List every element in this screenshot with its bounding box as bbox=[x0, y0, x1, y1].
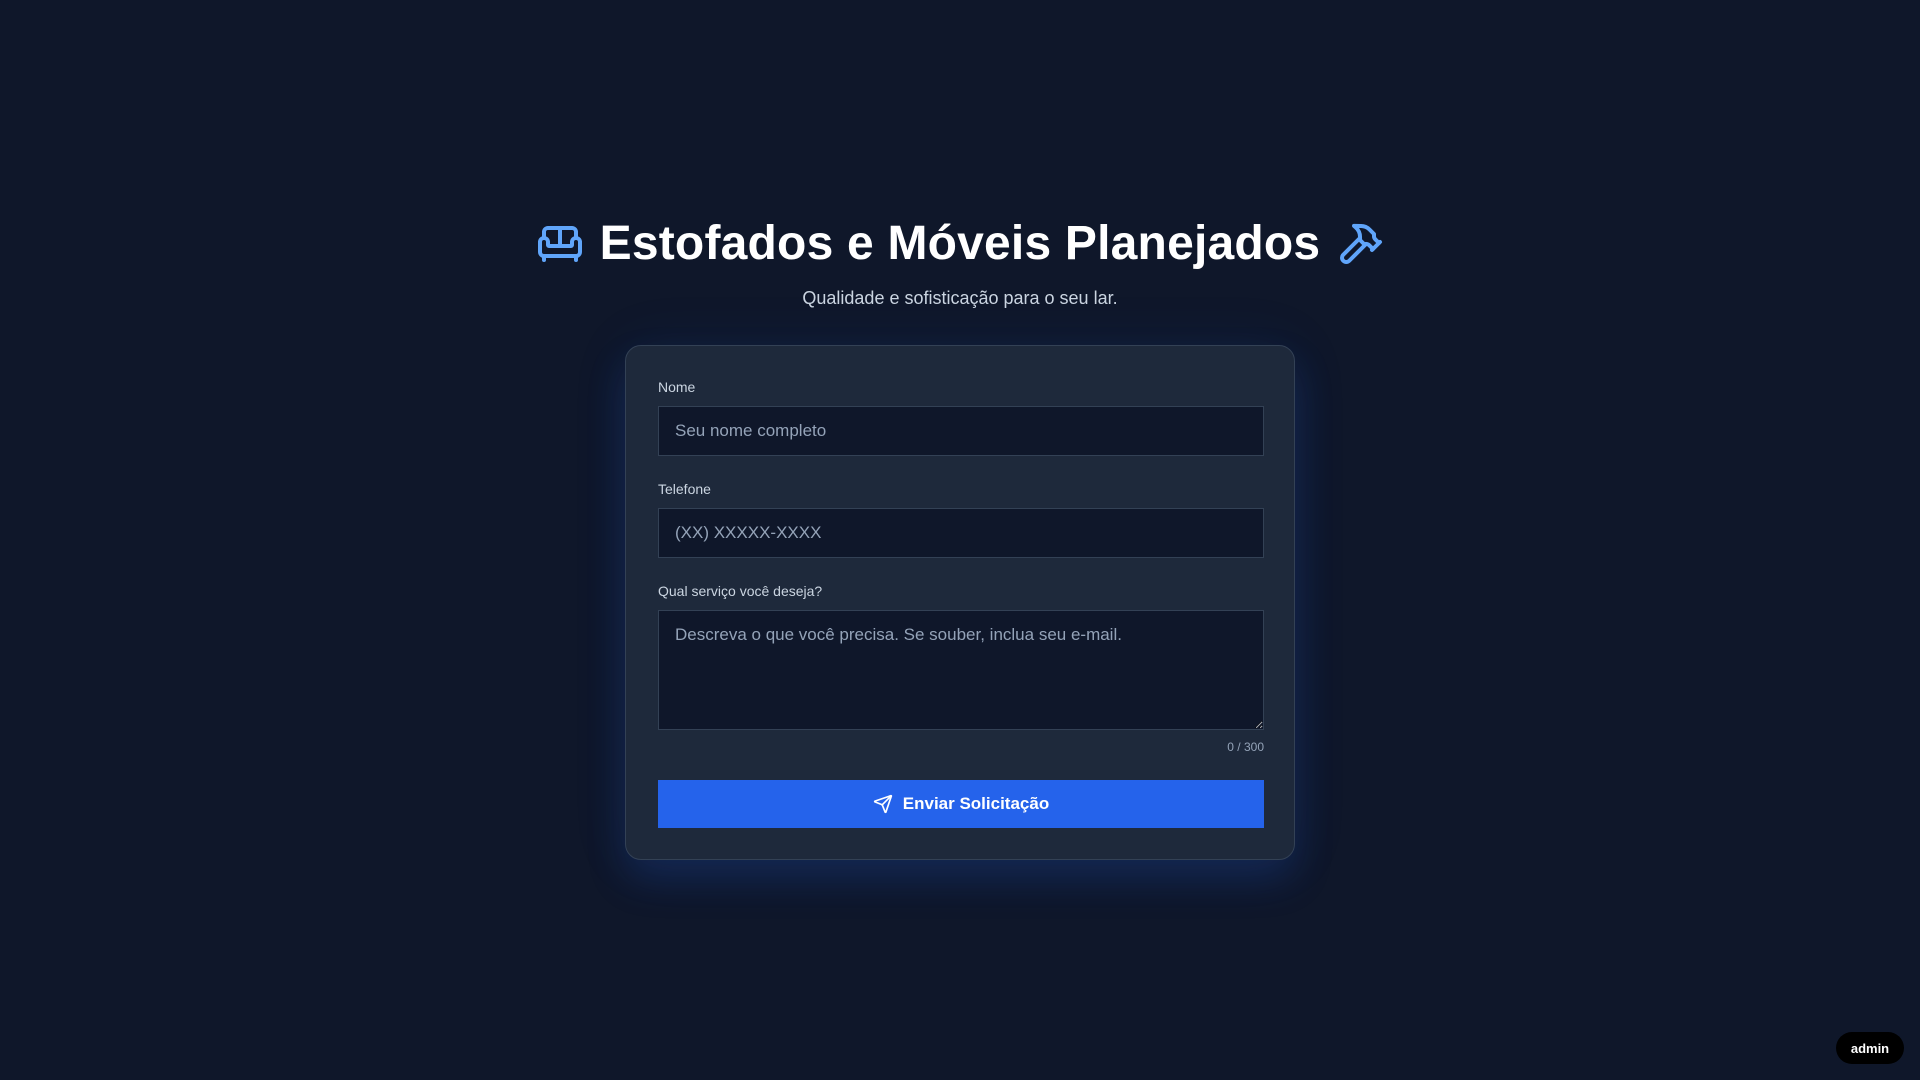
page-subtitle: Qualidade e sofisticação para o seu lar. bbox=[802, 288, 1118, 308]
phone-field-group: Telefone bbox=[658, 480, 1264, 558]
phone-label: Telefone bbox=[658, 481, 711, 497]
submit-button-label: Enviar Solicitação bbox=[902, 794, 1050, 813]
admin-button[interactable]: admin bbox=[1836, 1032, 1904, 1064]
page-title: Estofados e Móveis Planejados bbox=[599, 217, 1321, 270]
page: Estofados e Móveis Planejados Qualidade … bbox=[0, 0, 1920, 1080]
service-label: Qual serviço você deseja? bbox=[658, 583, 823, 599]
name-input[interactable] bbox=[658, 406, 1264, 456]
phone-input[interactable] bbox=[658, 508, 1264, 558]
send-icon bbox=[873, 794, 893, 814]
submit-button[interactable]: Enviar Solicitação bbox=[658, 780, 1264, 828]
request-form-card: Nome Telefone Qual serviço você deseja? … bbox=[625, 345, 1295, 860]
service-textarea[interactable] bbox=[658, 610, 1264, 730]
service-field-group: Qual serviço você deseja? 0 / 300 bbox=[658, 582, 1264, 754]
name-field-group: Nome bbox=[658, 378, 1264, 456]
name-label: Nome bbox=[658, 379, 696, 395]
title-row: Estofados e Móveis Planejados bbox=[0, 214, 1920, 274]
char-counter: 0 / 300 bbox=[1227, 740, 1264, 754]
sofa-icon bbox=[536, 220, 584, 268]
header: Estofados e Móveis Planejados Qualidade … bbox=[0, 214, 1920, 310]
hammer-icon bbox=[1336, 220, 1384, 268]
